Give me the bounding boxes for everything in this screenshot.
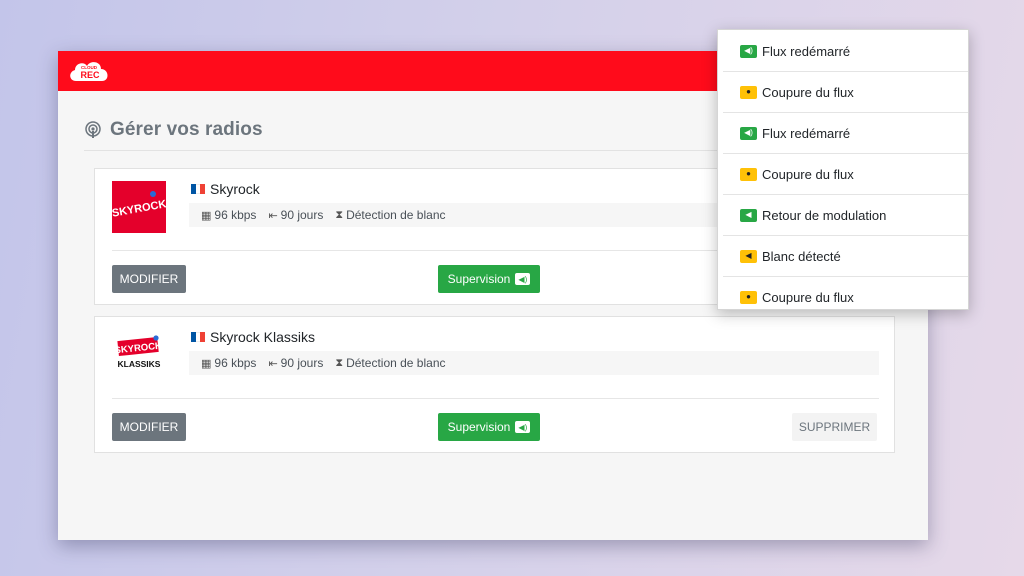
svg-text:REC: REC	[80, 70, 100, 80]
equalizer-icon: ▦	[201, 209, 212, 222]
notification-item[interactable]: ◀ Blanc détecté	[723, 236, 968, 277]
speaker-icon: ◀)	[515, 421, 531, 433]
skyrock-klassiks-logo: SKYROCK KLASSIKS	[112, 329, 166, 381]
hourglass-icon: ⧗	[335, 356, 344, 369]
detection-info: ⧗ Détection de blanc	[335, 356, 446, 370]
card-divider	[112, 398, 879, 399]
alert-icon: ●	[740, 167, 757, 181]
notification-item[interactable]: ● Coupure du flux	[723, 72, 968, 113]
notification-item[interactable]: ◀) Flux redémarré	[723, 113, 968, 154]
radio-name-label: Skyrock Klassiks	[210, 329, 316, 345]
supervision-label: Supervision	[447, 272, 511, 286]
svg-text:KLASSIKS: KLASSIKS	[118, 359, 161, 369]
speaker-low-icon: ◀	[740, 208, 757, 222]
speaker-icon: ◀)	[740, 44, 757, 58]
supervision-button[interactable]: Supervision ◀)	[438, 413, 540, 441]
delete-button[interactable]: SUPPRIMER	[792, 413, 877, 441]
radio-name: Skyrock	[191, 181, 260, 197]
equalizer-icon: ▦	[201, 357, 212, 370]
detection-info: ⧗ Détection de blanc	[335, 208, 446, 222]
skyrock-logo: SKYROCK	[112, 181, 166, 233]
radio-meta: ▦ 96 kbps ⇤ 90 jours ⧗ Détection de blanc	[189, 351, 879, 375]
speaker-icon: ◀)	[740, 126, 757, 140]
supervision-button[interactable]: Supervision ◀)	[438, 265, 540, 293]
bitrate-info: ▦ 96 kbps	[201, 356, 257, 370]
notification-item[interactable]: ● Coupure du flux	[723, 277, 968, 309]
radio-card: SKYROCK KLASSIKS Skyrock Klassiks ▦ 96 kb…	[94, 316, 895, 453]
france-flag-icon	[191, 184, 206, 194]
podcast-icon	[85, 121, 101, 138]
arrow-left-bar-icon: ⇤	[268, 357, 278, 370]
alert-icon: ●	[740, 85, 757, 99]
bitrate-info: ▦ 96 kbps	[201, 208, 257, 222]
supervision-label: Supervision	[447, 420, 511, 434]
radio-name: Skyrock Klassiks	[191, 329, 315, 345]
speaker-icon: ◀)	[515, 273, 531, 285]
screenshot-frame: CLOUD REC Gérer vos radios SKYROCK Skyro…	[0, 0, 1024, 576]
notification-item[interactable]: ◀ Retour de modulation	[723, 195, 968, 236]
notifications-dropdown: ◀) Flux redémarré ● Coupure du flux ◀) F…	[717, 29, 969, 310]
alert-icon: ●	[740, 290, 757, 304]
notification-item[interactable]: ● Coupure du flux	[723, 154, 968, 195]
retention-info: ⇤ 90 jours	[268, 208, 324, 222]
radio-name-label: Skyrock	[210, 181, 260, 197]
modify-button[interactable]: MODIFIER	[112, 265, 186, 293]
retention-info: ⇤ 90 jours	[268, 356, 324, 370]
hourglass-icon: ⧗	[335, 208, 344, 221]
page-title: Gérer vos radios	[110, 119, 263, 140]
page-header: Gérer vos radios	[84, 118, 263, 142]
france-flag-icon	[191, 332, 206, 342]
speaker-low-icon: ◀	[740, 249, 757, 263]
modify-button[interactable]: MODIFIER	[112, 413, 186, 441]
notification-item[interactable]: ◀) Flux redémarré	[723, 31, 968, 72]
cloudrec-logo[interactable]: CLOUD REC	[68, 59, 110, 83]
arrow-left-bar-icon: ⇤	[268, 209, 278, 222]
